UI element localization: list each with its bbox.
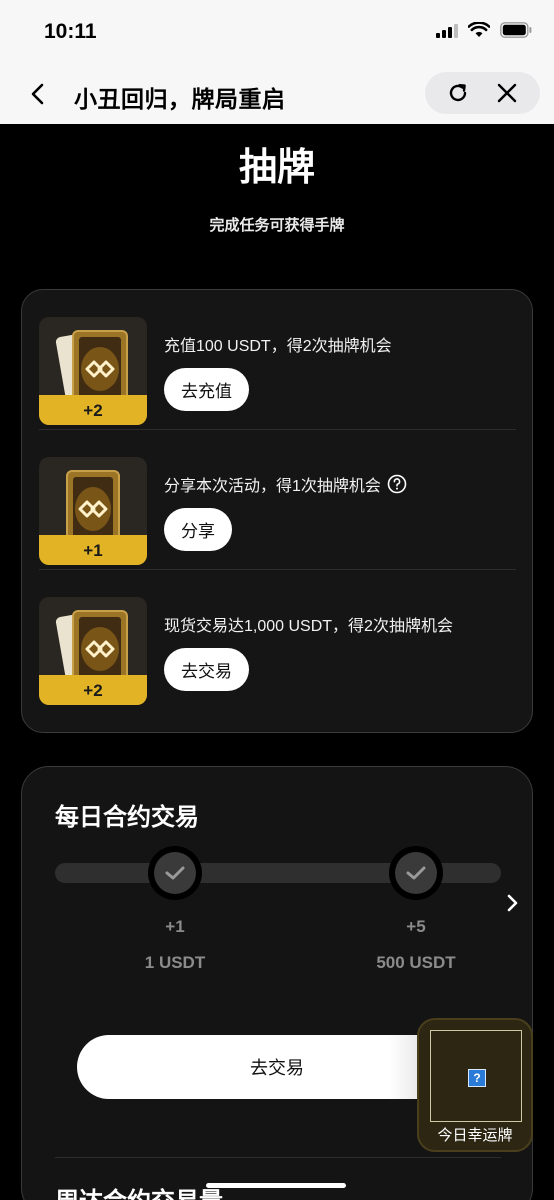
refresh-button[interactable] (442, 77, 474, 109)
nav-actions (425, 72, 540, 114)
task-description: 现货交易达1,000 USDT，得2次抽牌机会 (164, 618, 453, 635)
check-icon (165, 866, 185, 880)
weekly-title: 周达合约交易量 (55, 1181, 223, 1200)
page-subtitle: 完成任务可获得手牌 (209, 217, 345, 234)
lucky-card-widget[interactable]: ? 今日幸运牌 (417, 1018, 533, 1152)
milestone-reward: +5 (406, 917, 426, 936)
task-row: +2 充值100 USDT，得2次抽牌机会 去充值 (39, 290, 516, 430)
trade-button[interactable]: 去交易 (164, 648, 249, 691)
question-mark-icon: ? (468, 1069, 486, 1087)
task-card: +2 充值100 USDT，得2次抽牌机会 去充值 +1 分享本次活动，得1次抽… (21, 289, 533, 733)
reward-count: +1 (83, 541, 103, 560)
milestone-check (148, 846, 202, 900)
milestone-label: 1 USDT (144, 953, 206, 972)
card-stack-icon: +2 (39, 597, 147, 705)
page-title: 抽牌 (238, 147, 315, 189)
divider (55, 1157, 501, 1158)
back-button[interactable] (22, 78, 54, 110)
chevron-left-icon (31, 83, 44, 105)
status-icons (436, 22, 532, 38)
refresh-icon (449, 84, 466, 102)
milestone-check (389, 846, 443, 900)
reward-count: +2 (83, 681, 103, 700)
reward-count: +2 (83, 401, 103, 420)
nav-title: 小丑回归，牌局重启 (74, 86, 286, 112)
wifi-icon (468, 22, 490, 37)
milestone-reward: +1 (165, 917, 185, 936)
battery-icon (500, 22, 532, 38)
lucky-card-frame: ? (430, 1030, 522, 1122)
card-stack-icon: +2 (39, 317, 147, 425)
deposit-button[interactable]: 去充值 (164, 368, 249, 411)
chevron-right-icon (507, 894, 518, 912)
card-icon: +1 (39, 457, 147, 565)
nav-bar: 小丑回归，牌局重启 (0, 64, 554, 124)
milestone-label: 500 USDT (376, 953, 456, 972)
next-milestones-button[interactable] (500, 891, 524, 915)
task-row: +2 现货交易达1,000 USDT，得2次抽牌机会 去交易 (39, 570, 516, 710)
close-icon (498, 83, 517, 103)
status-bar: 10:11 (0, 0, 554, 64)
task-description: 充值100 USDT，得2次抽牌机会 (164, 338, 392, 355)
share-button[interactable]: 分享 (164, 508, 232, 551)
home-indicator (206, 1183, 346, 1188)
daily-title: 每日合约交易 (55, 804, 199, 831)
task-description: 分享本次活动，得1次抽牌机会 (164, 472, 407, 496)
lucky-card-label: 今日幸运牌 (437, 1127, 513, 1144)
status-time: 10:11 (44, 20, 97, 43)
check-icon (406, 866, 426, 880)
help-icon[interactable] (387, 474, 407, 494)
task-row: +1 分享本次活动，得1次抽牌机会 分享 (39, 430, 516, 570)
close-button[interactable] (491, 77, 523, 109)
cellular-signal-icon (436, 22, 458, 38)
